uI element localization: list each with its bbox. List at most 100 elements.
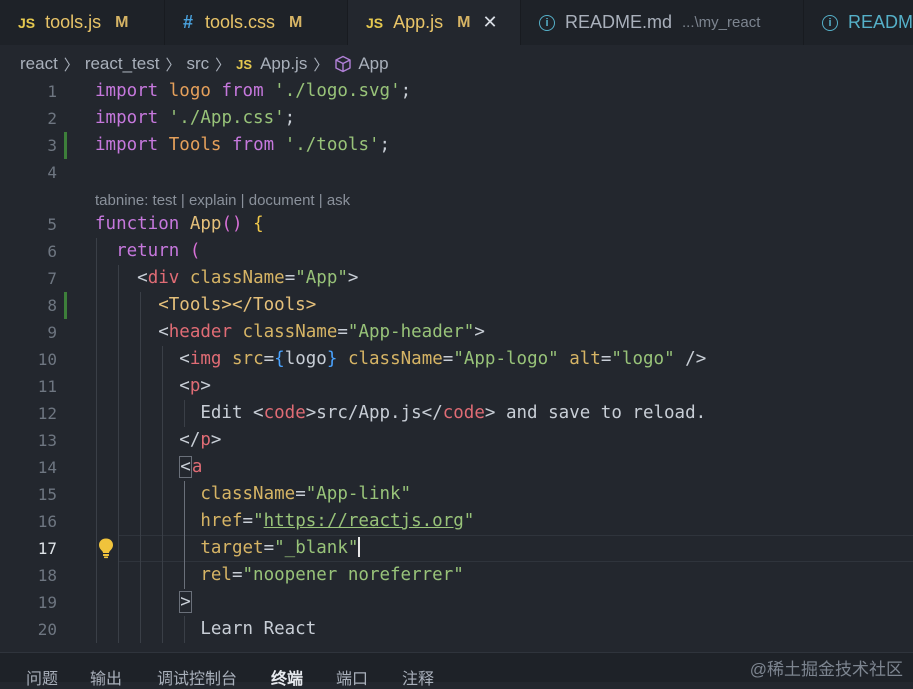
panel-tab-ports[interactable]: 端口 xyxy=(336,665,368,689)
code-text: import logo from './logo.svg'; xyxy=(95,81,412,101)
code-line[interactable]: 13 </p> xyxy=(0,427,913,454)
css-file-icon: # xyxy=(183,12,194,32)
code-text: rel="noopener noreferrer" xyxy=(200,565,464,585)
tab-tools-js[interactable]: JS tools.js M xyxy=(0,0,165,45)
javascript-file-icon: JS xyxy=(236,56,253,72)
code-text: </p> xyxy=(179,430,222,450)
panel-tab-comments[interactable]: 注释 xyxy=(402,665,434,689)
code-editor[interactable]: 1 import logo from './logo.svg'; 2 impor… xyxy=(0,78,913,650)
code-text: function App() { xyxy=(95,214,264,234)
line-number: 9 xyxy=(47,323,57,342)
line-number: 4 xyxy=(47,163,57,182)
code-line[interactable]: 1 import logo from './logo.svg'; xyxy=(0,78,913,105)
tab-label: tools.js xyxy=(45,12,102,32)
line-number: 10 xyxy=(37,350,57,369)
line-number: 14 xyxy=(37,458,57,477)
line-number: 19 xyxy=(37,593,57,612)
codelens-row: tabnine: test | explain | document | ask xyxy=(0,187,913,214)
panel-tab-problems[interactable]: 问题 xyxy=(26,665,58,689)
watermark: @稀土掘金技术社区 xyxy=(749,660,903,679)
code-line-current[interactable]: 17 target="_blank" xyxy=(0,535,913,562)
code-line[interactable]: 2 import './App.css'; xyxy=(0,105,913,132)
code-text: > xyxy=(179,591,192,613)
code-text: <header className="App-header"> xyxy=(158,322,485,342)
line-number: 13 xyxy=(37,431,57,450)
info-icon: i xyxy=(539,14,555,31)
modified-indicator: M xyxy=(289,13,303,31)
line-number: 18 xyxy=(37,566,57,585)
line-number: 17 xyxy=(37,539,57,558)
tab-description: ...\my_react xyxy=(682,14,761,31)
code-line[interactable]: 12 Edit <code>src/App.js</code> and save… xyxy=(0,400,913,427)
code-line[interactable]: 5 function App() { xyxy=(0,211,913,238)
code-line[interactable]: 9 <header className="App-header"> xyxy=(0,319,913,346)
close-tab-icon[interactable]: ✕ xyxy=(482,12,497,33)
breadcrumb: react 〉 react_test 〉 src 〉 JS App.js 〉 A… xyxy=(20,52,389,76)
code-line[interactable]: 19 > xyxy=(0,589,913,616)
url-link[interactable]: https://reactjs.org xyxy=(264,511,464,531)
breadcrumb-item-app-symbol[interactable]: App xyxy=(358,54,388,74)
tab-tools-css[interactable]: # tools.css M xyxy=(165,0,348,45)
chevron-right-icon: 〉 xyxy=(215,56,231,74)
breadcrumb-item-react-test[interactable]: react_test xyxy=(85,54,160,74)
modified-line-marker[interactable] xyxy=(64,132,67,159)
tab-readme[interactable]: i README.md ...\my_react xyxy=(521,0,804,45)
code-line[interactable]: 20 Learn React xyxy=(0,616,913,643)
code-line[interactable]: 11 <p> xyxy=(0,373,913,400)
code-line[interactable]: 8 <Tools></Tools> xyxy=(0,292,913,319)
code-text: className="App-link" xyxy=(200,484,412,504)
line-number: 8 xyxy=(47,296,57,315)
code-text: import Tools from './tools'; xyxy=(95,135,391,155)
line-number: 15 xyxy=(37,485,57,504)
info-icon: i xyxy=(822,14,838,31)
code-line[interactable]: 15 className="App-link" xyxy=(0,481,913,508)
code-text: <p> xyxy=(179,376,211,396)
code-line[interactable]: 7 <div className="App"> xyxy=(0,265,913,292)
line-number: 12 xyxy=(37,404,57,423)
code-line[interactable]: 6 return ( xyxy=(0,238,913,265)
code-line[interactable]: 3 import Tools from './tools'; xyxy=(0,132,913,159)
code-text: target="_blank" xyxy=(200,536,361,558)
tab-readme-2[interactable]: i READM xyxy=(804,0,913,45)
code-text: Learn React xyxy=(200,619,317,639)
javascript-file-icon: JS xyxy=(18,14,36,31)
code-text: return ( xyxy=(116,241,201,261)
line-number: 16 xyxy=(37,512,57,531)
breadcrumb-item-src[interactable]: src xyxy=(186,54,209,74)
panel-tab-bar: 问题 输出 调试控制台 终端 端口 注释 @稀土掘金技术社区 xyxy=(0,652,913,688)
tab-label: README.md xyxy=(565,12,673,32)
symbol-class-icon xyxy=(334,55,352,73)
tab-label: App.js xyxy=(393,12,444,32)
code-line[interactable]: 16 href="https://reactjs.org" xyxy=(0,508,913,535)
modified-indicator: M xyxy=(115,13,129,31)
line-number: 2 xyxy=(47,109,57,128)
line-number: 6 xyxy=(47,242,57,261)
line-number: 7 xyxy=(47,269,57,288)
code-text: <Tools></Tools> xyxy=(158,295,317,315)
breadcrumb-item-react[interactable]: react xyxy=(20,54,58,74)
panel-tab-output[interactable]: 输出 xyxy=(90,665,122,689)
modified-line-marker[interactable] xyxy=(64,292,67,319)
code-line[interactable]: 10 <img src={logo} className="App-logo" … xyxy=(0,346,913,373)
javascript-file-icon: JS xyxy=(366,14,384,31)
code-text: <img src={logo} className="App-logo" alt… xyxy=(179,349,707,369)
chevron-right-icon: 〉 xyxy=(313,56,329,74)
code-line[interactable]: 18 rel="noopener noreferrer" xyxy=(0,562,913,589)
editor-tab-bar: JS tools.js M # tools.css M JS App.js M … xyxy=(0,0,913,45)
tabnine-codelens[interactable]: tabnine: test | explain | document | ask xyxy=(95,187,350,214)
code-text: <a xyxy=(179,456,203,478)
code-text: import './App.css'; xyxy=(95,108,296,128)
text-cursor xyxy=(358,536,361,557)
code-line[interactable]: 4 xyxy=(0,159,913,186)
panel-tab-terminal[interactable]: 终端 xyxy=(271,665,303,689)
code-text: <div className="App"> xyxy=(137,268,359,288)
line-number: 20 xyxy=(37,620,57,639)
line-number: 5 xyxy=(47,215,57,234)
panel-tab-debug-console[interactable]: 调试控制台 xyxy=(157,665,237,689)
code-line[interactable]: 14 <a xyxy=(0,454,913,481)
line-number: 1 xyxy=(47,82,57,101)
breadcrumb-item-app-js[interactable]: App.js xyxy=(260,54,307,74)
tab-app-js[interactable]: JS App.js M ✕ xyxy=(348,0,521,45)
tab-label: READM xyxy=(848,12,913,32)
chevron-right-icon: 〉 xyxy=(63,56,79,74)
